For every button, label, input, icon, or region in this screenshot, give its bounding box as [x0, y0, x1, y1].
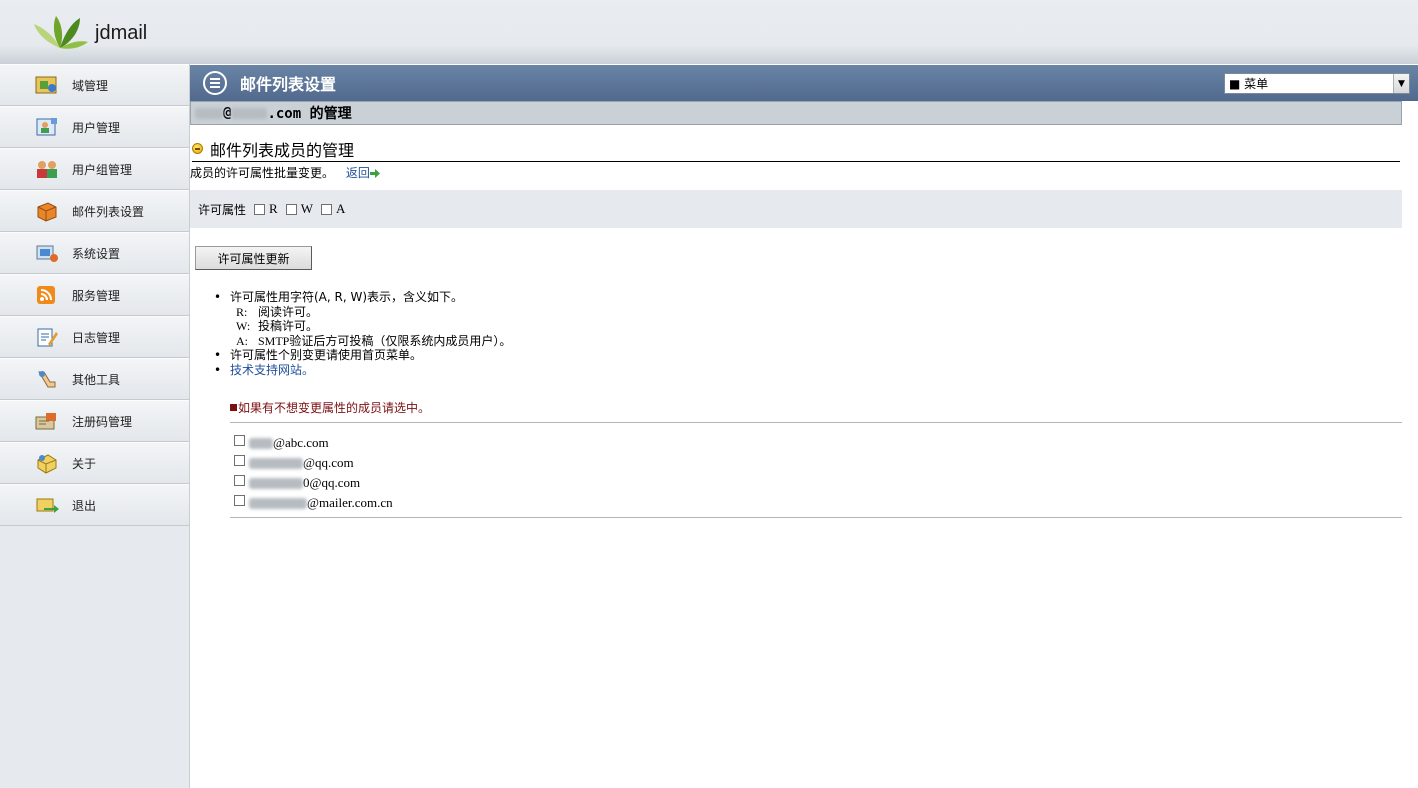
sidebar-item-about[interactable]: 关于 — [0, 442, 189, 484]
arrow-right-icon — [369, 169, 380, 178]
brand-name: jdmail — [95, 22, 148, 44]
list-item: 0@qq.com — [230, 473, 1402, 493]
about-icon — [32, 450, 62, 476]
address-suffix: .com 的管理 — [267, 106, 352, 122]
note-w: W: 投稿许可。 — [236, 319, 319, 333]
page-title: 邮件列表设置 — [240, 75, 337, 94]
service-icon — [32, 282, 62, 308]
member-checkbox[interactable] — [234, 474, 245, 486]
user-group-icon — [32, 156, 62, 182]
permission-a-checkbox[interactable] — [320, 203, 332, 215]
list-address-header: @ .com 的管理 — [190, 101, 1402, 125]
sidebar-item-system-settings[interactable]: 系统设置 — [0, 232, 189, 274]
sidebar: 域管理 用户管理 用户组管理 邮件列表设置 系统设置 服务管理 日志管理 其他工… — [0, 64, 190, 788]
redacted-text — [249, 437, 273, 449]
main-content: 邮件列表设置 ■ 菜单 ▼ @ .com 的管理 邮件列表成员的管理 成员的许可… — [190, 64, 1418, 788]
redacted-text — [249, 497, 307, 509]
member-hint: 如果有不想变更属性的成员请选中。 — [230, 399, 430, 416]
redacted-text — [249, 477, 303, 489]
section-title: 邮件列表成员的管理 — [192, 136, 1400, 162]
list-item: @mailer.com.cn — [230, 493, 1402, 513]
sidebar-item-services[interactable]: 服务管理 — [0, 274, 189, 316]
section-bullet-icon — [192, 143, 203, 154]
list-item: @qq.com — [230, 453, 1402, 473]
menu-list-icon — [203, 71, 227, 95]
title-bar: 邮件列表设置 ■ 菜单 ▼ — [190, 65, 1418, 101]
system-settings-icon — [32, 240, 62, 266]
note-a: A: SMTP验证后方可投稿（仅限系统内成员用户）。 — [236, 333, 512, 348]
permission-w-checkbox[interactable] — [285, 203, 297, 215]
permission-r-checkbox[interactable] — [254, 203, 266, 215]
menu-dropdown[interactable]: ■ 菜单 ▼ — [1224, 73, 1410, 94]
sidebar-item-user-groups[interactable]: 用户组管理 — [0, 148, 189, 190]
domain-icon — [32, 72, 62, 98]
note-item: 技术支持网站。 — [214, 363, 511, 378]
tools-icon — [32, 366, 62, 392]
member-checkbox[interactable] — [234, 434, 245, 446]
mailing-list-icon — [32, 198, 62, 224]
address-at: @ — [223, 105, 232, 121]
permission-r-option[interactable]: R — [254, 201, 278, 217]
sidebar-item-users[interactable]: 用户管理 — [0, 106, 189, 148]
back-link[interactable]: 返回 — [346, 166, 380, 180]
chevron-down-icon[interactable]: ▼ — [1393, 74, 1409, 93]
update-permission-button[interactable]: 许可属性更新 — [195, 246, 312, 270]
redacted-text — [231, 107, 268, 119]
member-checkbox[interactable] — [234, 454, 245, 466]
sidebar-item-domain[interactable]: 域管理 — [0, 64, 189, 106]
sidebar-item-mailing-list[interactable]: 邮件列表设置 — [0, 190, 189, 232]
logout-icon — [32, 492, 62, 518]
jdmail-logo-icon — [34, 16, 88, 49]
notes-list: 许可属性用字符(A, R, W)表示，含义如下。 R:阅读许可。 W:投稿许可。… — [214, 290, 511, 377]
permission-a-option[interactable]: A — [320, 201, 345, 217]
license-icon — [32, 408, 62, 434]
permission-w-option[interactable]: W — [285, 201, 313, 217]
note-item: 许可属性用字符(A, R, W)表示，含义如下。 — [214, 290, 511, 305]
section-title-text: 邮件列表成员的管理 — [210, 140, 355, 160]
redacted-text — [249, 457, 303, 469]
member-list: @abc.com @qq.com 0@qq.com @mailer.com.cn — [230, 422, 1402, 518]
list-item: @abc.com — [230, 433, 1402, 453]
log-icon — [32, 324, 62, 350]
sidebar-item-logs[interactable]: 日志管理 — [0, 316, 189, 358]
redacted-text — [195, 107, 223, 119]
top-banner: jdmail — [0, 0, 1418, 64]
section-description: 成员的许可属性批量变更。 返回 — [190, 164, 380, 181]
permission-row: 许可属性 R W A — [190, 190, 1402, 228]
menu-dropdown-value: ■ 菜单 — [1229, 77, 1269, 91]
note-item: 许可属性个别变更请使用首页菜单。 — [214, 348, 511, 363]
description-text: 成员的许可属性批量变更。 — [190, 166, 335, 180]
note-r: R: 阅读许可。 — [236, 304, 319, 319]
sidebar-item-license[interactable]: 注册码管理 — [0, 400, 189, 442]
sidebar-item-other-tools[interactable]: 其他工具 — [0, 358, 189, 400]
permission-label: 许可属性 — [198, 202, 247, 217]
hint-square-icon — [230, 404, 237, 411]
sidebar-item-logout[interactable]: 退出 — [0, 484, 189, 526]
member-checkbox[interactable] — [234, 494, 245, 506]
support-site-link[interactable]: 技术支持网站。 — [230, 363, 314, 377]
user-icon — [32, 114, 62, 140]
